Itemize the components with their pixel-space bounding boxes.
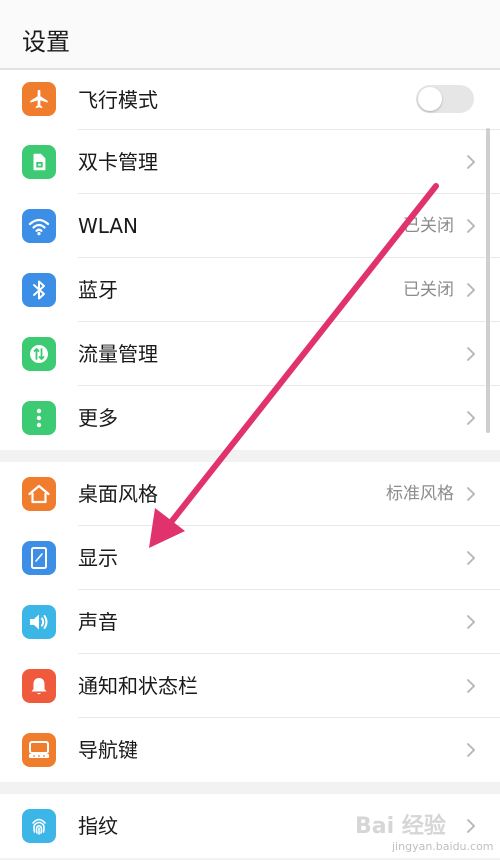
- scrollbar[interactable]: [486, 128, 490, 433]
- chevron-right-icon: [466, 410, 476, 426]
- data-usage-icon: [22, 337, 56, 371]
- more-dots-icon: [22, 401, 56, 435]
- title-bar: 设置: [0, 0, 500, 70]
- setting-label: 显示: [78, 546, 118, 570]
- chevron-right-icon: [466, 742, 476, 758]
- chevron-right-icon: [466, 678, 476, 694]
- setting-label: 更多: [78, 406, 118, 430]
- display-icon: [22, 541, 56, 575]
- setting-value: 已关闭: [403, 216, 454, 236]
- toggle-knob: [418, 87, 442, 111]
- bell-icon: [22, 669, 56, 703]
- chevron-right-icon: [466, 550, 476, 566]
- watermark-logo: Bai 经验: [355, 814, 446, 839]
- chevron-right-icon: [466, 486, 476, 502]
- chevron-right-icon: [466, 346, 476, 362]
- setting-label: 声音: [78, 610, 118, 634]
- setting-airplane-mode[interactable]: 飞行模式: [0, 70, 500, 130]
- setting-dual-sim[interactable]: 双卡管理: [0, 130, 500, 194]
- setting-notifications[interactable]: 通知和状态栏: [0, 654, 500, 718]
- chevron-right-icon: [466, 614, 476, 630]
- setting-data-usage[interactable]: 流量管理: [0, 322, 500, 386]
- setting-wlan[interactable]: WLAN 已关闭: [0, 194, 500, 258]
- setting-label: 指纹: [78, 814, 118, 838]
- home-icon: [22, 477, 56, 511]
- setting-label: 蓝牙: [78, 278, 118, 302]
- fingerprint-icon: [22, 809, 56, 843]
- setting-home-style[interactable]: 桌面风格 标准风格: [0, 462, 500, 526]
- setting-label: WLAN: [78, 214, 139, 238]
- bluetooth-icon: [22, 273, 56, 307]
- setting-value: 标准风格: [386, 484, 454, 504]
- wifi-icon: [22, 209, 56, 243]
- setting-label: 桌面风格: [78, 482, 158, 506]
- airplane-icon: [22, 82, 56, 116]
- setting-more[interactable]: 更多: [0, 386, 500, 450]
- chevron-right-icon: [466, 282, 476, 298]
- chevron-right-icon: [466, 154, 476, 170]
- settings-group-network: 飞行模式 双卡管理 WLAN 已关闭 蓝牙 已关闭 流量管理 更多: [0, 70, 500, 450]
- speaker-icon: [22, 605, 56, 639]
- nav-key-icon: [22, 733, 56, 767]
- setting-nav-keys[interactable]: 导航键: [0, 718, 500, 782]
- setting-display[interactable]: 显示: [0, 526, 500, 590]
- setting-label: 流量管理: [78, 342, 158, 366]
- chevron-right-icon: [466, 218, 476, 234]
- setting-label: 通知和状态栏: [78, 674, 198, 698]
- setting-label: 双卡管理: [78, 150, 158, 174]
- sim-card-icon: [22, 145, 56, 179]
- page-title: 设置: [22, 28, 70, 56]
- setting-value: 已关闭: [403, 280, 454, 300]
- settings-group-device: 桌面风格 标准风格 显示 声音 通知和状态栏 导航键: [0, 462, 500, 782]
- setting-sound[interactable]: 声音: [0, 590, 500, 654]
- setting-bluetooth[interactable]: 蓝牙 已关闭: [0, 258, 500, 322]
- setting-label: 导航键: [78, 738, 138, 762]
- watermark-url: jingyan.baidu.com: [392, 840, 494, 853]
- airplane-mode-toggle[interactable]: [416, 85, 474, 113]
- setting-label: 飞行模式: [78, 88, 158, 112]
- chevron-right-icon: [466, 818, 476, 834]
